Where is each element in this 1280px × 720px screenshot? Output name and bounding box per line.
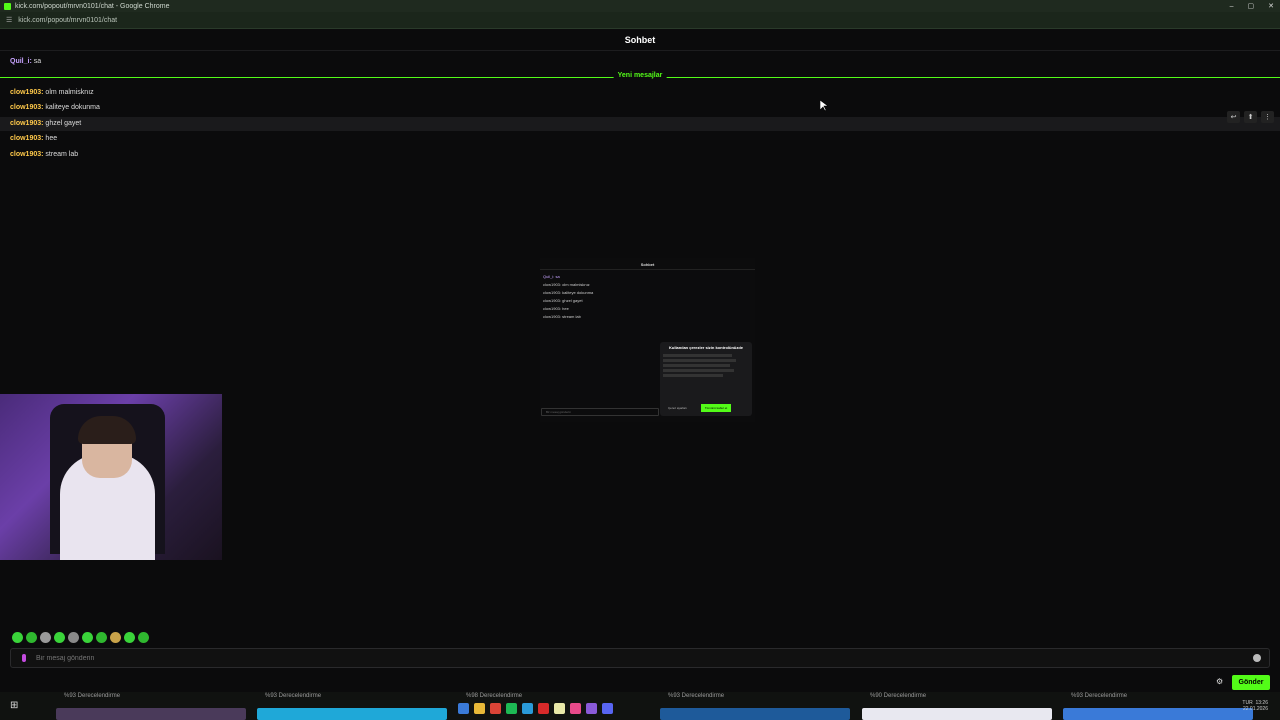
cookie-settings-button: Çerez ayarları bbox=[668, 406, 687, 410]
preview-input: Bir mesaj gönderin bbox=[541, 408, 659, 416]
chat-message[interactable]: clow1903: stream lab bbox=[10, 150, 78, 160]
minimize-button[interactable]: – bbox=[1230, 3, 1234, 10]
chat-input[interactable] bbox=[36, 654, 1253, 662]
opera-icon[interactable] bbox=[538, 703, 549, 714]
chrome-icon[interactable] bbox=[490, 703, 501, 714]
emote-icon[interactable] bbox=[54, 632, 65, 643]
chat-message[interactable]: clow1903: kaliteye dokunma bbox=[10, 103, 100, 113]
address-bar[interactable]: ☰ kick.com/popout/mrvn0101/chat bbox=[0, 12, 1280, 29]
emote-icon[interactable] bbox=[40, 632, 51, 643]
emote-bar bbox=[12, 632, 149, 643]
maximize-button[interactable]: ▢ bbox=[1248, 2, 1255, 10]
chat-username[interactable]: clow1903: bbox=[10, 89, 43, 96]
chat-text: sa bbox=[33, 58, 42, 65]
cookie-accept-button: Tümünü kabul et bbox=[700, 404, 732, 412]
spotify-icon[interactable] bbox=[506, 703, 517, 714]
window-controls: – ▢ ✕ bbox=[1230, 0, 1274, 12]
pin-icon[interactable]: ⬆ bbox=[1244, 111, 1257, 123]
browser-titlebar: kick.com/popout/mrvn0101/chat - Google C… bbox=[0, 0, 1280, 12]
site-info-icon[interactable]: ☰ bbox=[6, 16, 12, 24]
notepad-icon[interactable] bbox=[554, 703, 565, 714]
preview-message: clow1903: olm malmisknız bbox=[543, 282, 590, 287]
chat-username[interactable]: clow1903: bbox=[10, 151, 43, 158]
chat-message[interactable]: clow1903: hee bbox=[10, 134, 57, 144]
preview-message: clow1903: ghzel gayet bbox=[543, 298, 583, 303]
chat-username[interactable]: clow1903: bbox=[10, 135, 43, 142]
emote-icon[interactable] bbox=[12, 632, 23, 643]
reply-icon[interactable]: ↩ bbox=[1227, 111, 1240, 123]
thumbnail-label: %93 Derecelendirme bbox=[64, 693, 121, 699]
windows-icon[interactable] bbox=[458, 703, 469, 714]
edge-icon[interactable] bbox=[522, 703, 533, 714]
emote-icon[interactable] bbox=[68, 632, 79, 643]
chat-title: Sohbet bbox=[624, 34, 656, 45]
preview-message: Quil_i: sa bbox=[543, 274, 560, 279]
mouse-cursor-icon bbox=[820, 100, 828, 112]
thumbnail-label: %98 Derecelendirme bbox=[466, 693, 523, 699]
chat-username[interactable]: Quil_i: bbox=[10, 58, 32, 65]
emote-icon[interactable] bbox=[110, 632, 121, 643]
emote-icon[interactable] bbox=[124, 632, 135, 643]
chat-message[interactable]: Quil_i: sa bbox=[10, 57, 41, 67]
preview-message: clow1903: stream lab bbox=[543, 314, 581, 319]
chat-text: olm malmisknız bbox=[45, 89, 94, 96]
new-messages-divider: Yeni mesajlar bbox=[0, 72, 1280, 79]
chat-message[interactable]: clow1903: ghzel gayet bbox=[10, 119, 81, 129]
hovered-message-highlight bbox=[0, 117, 1280, 131]
chat-username[interactable]: clow1903: bbox=[10, 104, 43, 111]
chat-text: stream lab bbox=[45, 151, 79, 158]
kick-favicon-icon bbox=[4, 2, 11, 10]
chat-text: hee bbox=[45, 135, 58, 142]
cookie-consent-dialog: Kullanılan çerezler sizin kontrolünüzde … bbox=[660, 342, 752, 416]
taskbar-pinned-apps bbox=[458, 703, 613, 714]
chat-input-container[interactable] bbox=[10, 648, 1270, 668]
chat-text: ghzel gayet bbox=[45, 120, 82, 127]
clock-date[interactable]: 22.01.2026 bbox=[1242, 706, 1268, 712]
music-icon[interactable] bbox=[570, 703, 581, 714]
emote-icon[interactable] bbox=[138, 632, 149, 643]
message-hover-tools: ↩ ⬆ ⋮ bbox=[1227, 111, 1274, 123]
chat-message[interactable]: clow1903: olm malmisknız bbox=[10, 88, 94, 98]
windows-taskbar: %93 Derecelendirme %93 Derecelendirme %9… bbox=[0, 692, 1280, 720]
chat-text: kaliteye dokunma bbox=[45, 104, 100, 111]
emote-icon[interactable] bbox=[82, 632, 93, 643]
send-button[interactable]: Gönder bbox=[1232, 675, 1270, 690]
app-icon[interactable] bbox=[586, 703, 597, 714]
preview-header: Sohbet bbox=[540, 258, 755, 270]
webcam-overlay bbox=[0, 394, 222, 560]
thumbnail-label: %93 Derecelendirme bbox=[668, 693, 725, 699]
settings-gear-icon[interactable]: ⚙ bbox=[1216, 677, 1223, 686]
chat-username[interactable]: clow1903: bbox=[10, 120, 43, 127]
emote-icon[interactable] bbox=[96, 632, 107, 643]
preview-message: clow1903: hee bbox=[543, 306, 569, 311]
windows-start-icon[interactable]: ⊞ bbox=[10, 700, 18, 711]
streamer-hair bbox=[78, 416, 136, 444]
thumbnail-label: %90 Derecelendirme bbox=[870, 693, 927, 699]
window-title: kick.com/popout/mrvn0101/chat - Google C… bbox=[15, 2, 170, 10]
system-tray[interactable]: TUR 13:26 22.01.2026 bbox=[1242, 700, 1268, 712]
new-messages-label: Yeni mesajlar bbox=[613, 72, 667, 79]
url-text[interactable]: kick.com/popout/mrvn0101/chat bbox=[18, 17, 117, 24]
discord-icon[interactable] bbox=[602, 703, 613, 714]
preview-message: clow1903: kaliteye dokunma bbox=[543, 290, 594, 295]
close-button[interactable]: ✕ bbox=[1268, 2, 1274, 10]
thumbnail-label: %93 Derecelendirme bbox=[265, 693, 322, 699]
more-icon[interactable]: ⋮ bbox=[1261, 111, 1274, 123]
chat-header: Sohbet bbox=[0, 29, 1280, 51]
emoji-picker-icon[interactable] bbox=[1253, 654, 1261, 662]
microphone-icon[interactable] bbox=[22, 654, 26, 662]
thumbnail-label: %93 Derecelendirme bbox=[1071, 693, 1128, 699]
cookie-title: Kullanılan çerezler sizin kontrolünüzde bbox=[669, 345, 744, 350]
file-explorer-icon[interactable] bbox=[474, 703, 485, 714]
emote-icon[interactable] bbox=[26, 632, 37, 643]
